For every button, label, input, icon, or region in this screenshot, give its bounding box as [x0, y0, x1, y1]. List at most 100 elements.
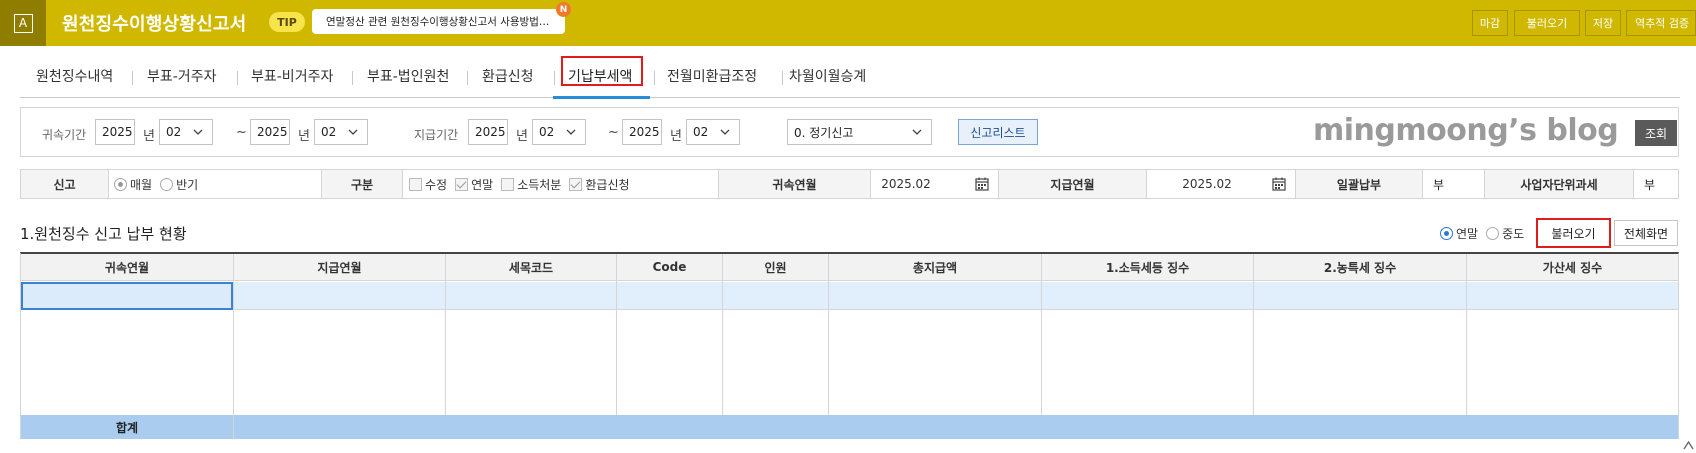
half-year-option[interactable]: 반기	[160, 176, 198, 193]
yearend-option[interactable]: 연말	[455, 176, 493, 193]
report-list-button[interactable]: 신고리스트	[958, 119, 1038, 145]
pay-to-month-select[interactable]: 02	[686, 119, 740, 145]
tip-badge[interactable]: TIP	[269, 12, 305, 32]
page-title: 원천징수이행상황신고서	[62, 14, 247, 35]
attribution-period-label: 귀속기간	[42, 128, 87, 142]
cell-divider	[1633, 170, 1634, 198]
chevron-down-icon	[912, 129, 922, 135]
grid-divider	[1041, 254, 1042, 439]
tab-nonresident-schedule[interactable]: 부표-비거주자	[251, 66, 333, 86]
midyear-radio-label: 중도	[1502, 227, 1525, 241]
active-tab-underline	[553, 96, 650, 99]
pay-from-year-input[interactable]: 2025	[468, 119, 508, 145]
tab-prior-month-refund[interactable]: 전월미환급조정	[667, 66, 757, 86]
column-header[interactable]: 세목코드	[446, 254, 616, 281]
report-label: 신고	[21, 170, 108, 198]
column-header[interactable]: 총지급액	[829, 254, 1041, 281]
pay-to-year-input[interactable]: 2025	[622, 119, 662, 145]
tab-corporate-schedule[interactable]: 부표-법인원천	[367, 66, 449, 86]
header-load-button[interactable]: 불러오기	[1514, 10, 1580, 36]
tab-resident-schedule[interactable]: 부표-거주자	[147, 66, 216, 86]
cell-divider	[1422, 170, 1423, 198]
report-info-row: 신고 매월 반기 구분 수정 연말 소득처분 환급신청 귀속연월 2025.02…	[20, 169, 1679, 199]
report-type-value: 0. 정기신고	[794, 125, 854, 140]
grid-divider	[445, 254, 446, 439]
attr-from-month-select[interactable]: 02	[159, 119, 213, 145]
chevron-down-icon	[348, 129, 358, 135]
grid-divider	[1253, 254, 1254, 439]
income-disposal-option[interactable]: 소득처분	[501, 176, 561, 193]
filter-panel: 귀속기간 2025 년 02 ~ 2025 년 02 지급기간 2025 년 0…	[20, 107, 1679, 157]
tab-refund-request[interactable]: 환급신청	[482, 66, 534, 86]
fullscreen-button[interactable]: 전체화면	[1614, 220, 1678, 246]
app-letter-icon: A	[13, 13, 33, 33]
app-icon[interactable]: A	[0, 0, 46, 46]
report-type-select[interactable]: 0. 정기신고	[787, 119, 932, 145]
pay-ym-label: 지급연월	[999, 170, 1146, 198]
tab-divider	[554, 71, 555, 85]
attr-ym-value[interactable]: 2025.02	[871, 170, 941, 198]
half-year-label: 반기	[176, 177, 199, 192]
refund-request-option[interactable]: 환급신청	[569, 176, 630, 193]
query-button[interactable]: 조회	[1635, 120, 1677, 146]
checkbox-checked-icon	[569, 177, 583, 191]
column-header[interactable]: 2.농특세 징수	[1254, 254, 1466, 281]
scroll-corner-icon[interactable]	[1681, 437, 1696, 453]
radio-icon	[1486, 227, 1500, 240]
column-header[interactable]: 귀속연월	[21, 254, 233, 281]
attr-to-month-select[interactable]: 02	[314, 119, 368, 145]
new-badge: N	[556, 2, 571, 17]
pay-from-month-select[interactable]: 02	[532, 119, 586, 145]
tab-next-month-carryover[interactable]: 차월이월승계	[789, 66, 866, 86]
column-header[interactable]: 1.소득세등 징수	[1042, 254, 1253, 281]
radio-icon	[160, 177, 174, 191]
checkbox-icon	[501, 177, 515, 191]
tab-divider	[782, 71, 783, 85]
load-button[interactable]: 불러오기	[1536, 218, 1611, 248]
tab-withholding-details[interactable]: 원천징수내역	[36, 66, 113, 86]
report-frequency-group: 매월 반기	[114, 170, 314, 198]
amend-option[interactable]: 수정	[409, 176, 447, 193]
refund-request-label: 환급신청	[585, 177, 630, 192]
total-row	[234, 415, 1678, 439]
calendar-icon[interactable]	[975, 177, 989, 191]
midyear-radio-option[interactable]: 중도	[1486, 225, 1524, 242]
pay-ym-value[interactable]: 2025.02	[1157, 170, 1257, 198]
tab-divider	[352, 71, 353, 85]
attr-ym-label: 귀속연월	[719, 170, 870, 198]
withholding-grid: 귀속연월 지급연월 세목코드 Code 인원 총지급액 1.소득세등 징수 2.…	[20, 252, 1679, 439]
calendar-icon[interactable]	[1272, 177, 1286, 191]
attr-from-year-input[interactable]: 2025	[95, 119, 135, 145]
year-unit-label: 년	[516, 129, 528, 144]
monthly-option[interactable]: 매월	[114, 176, 152, 193]
attr-to-month-value: 02	[321, 125, 337, 139]
trace-verify-button[interactable]: 역추적 검증	[1626, 10, 1696, 36]
payment-period-label: 지급기간	[414, 128, 459, 142]
range-tilde: ~	[236, 125, 247, 140]
yearend-radio-label: 연말	[1456, 227, 1479, 241]
tip-link[interactable]: 연말정산 관련 원천징수이행상황신고서 사용방법…	[312, 9, 565, 34]
pay-to-month-value: 02	[693, 125, 709, 139]
total-label: 합계	[21, 415, 233, 439]
cell-divider	[1146, 170, 1147, 198]
column-header[interactable]: Code	[617, 254, 722, 281]
close-period-button[interactable]: 마감	[1472, 10, 1508, 36]
tab-divider	[654, 71, 655, 85]
tab-divider	[467, 71, 468, 85]
tab-prepaid-tax[interactable]: 기납부세액	[568, 66, 632, 86]
column-header[interactable]: 인원	[723, 254, 828, 281]
column-header[interactable]: 지급연월	[234, 254, 445, 281]
lump-payment-label: 일괄납부	[1296, 170, 1422, 198]
radio-selected-icon	[114, 177, 127, 191]
yearend-radio-option[interactable]: 연말	[1440, 225, 1478, 242]
grid-divider	[1466, 254, 1467, 439]
app-header: A 원천징수이행상황신고서 TIP 연말정산 관련 원천징수이행상황신고서 사용…	[0, 0, 1696, 46]
tab-divider	[237, 71, 238, 85]
table-row[interactable]	[234, 282, 1678, 310]
attr-to-year-input[interactable]: 2025	[250, 119, 290, 145]
grid-cell-selected[interactable]	[21, 282, 233, 310]
grid-divider	[828, 254, 829, 439]
save-button[interactable]: 저장	[1585, 10, 1621, 36]
lump-payment-value: 부	[1433, 177, 1445, 192]
column-header[interactable]: 가산세 징수	[1467, 254, 1678, 281]
